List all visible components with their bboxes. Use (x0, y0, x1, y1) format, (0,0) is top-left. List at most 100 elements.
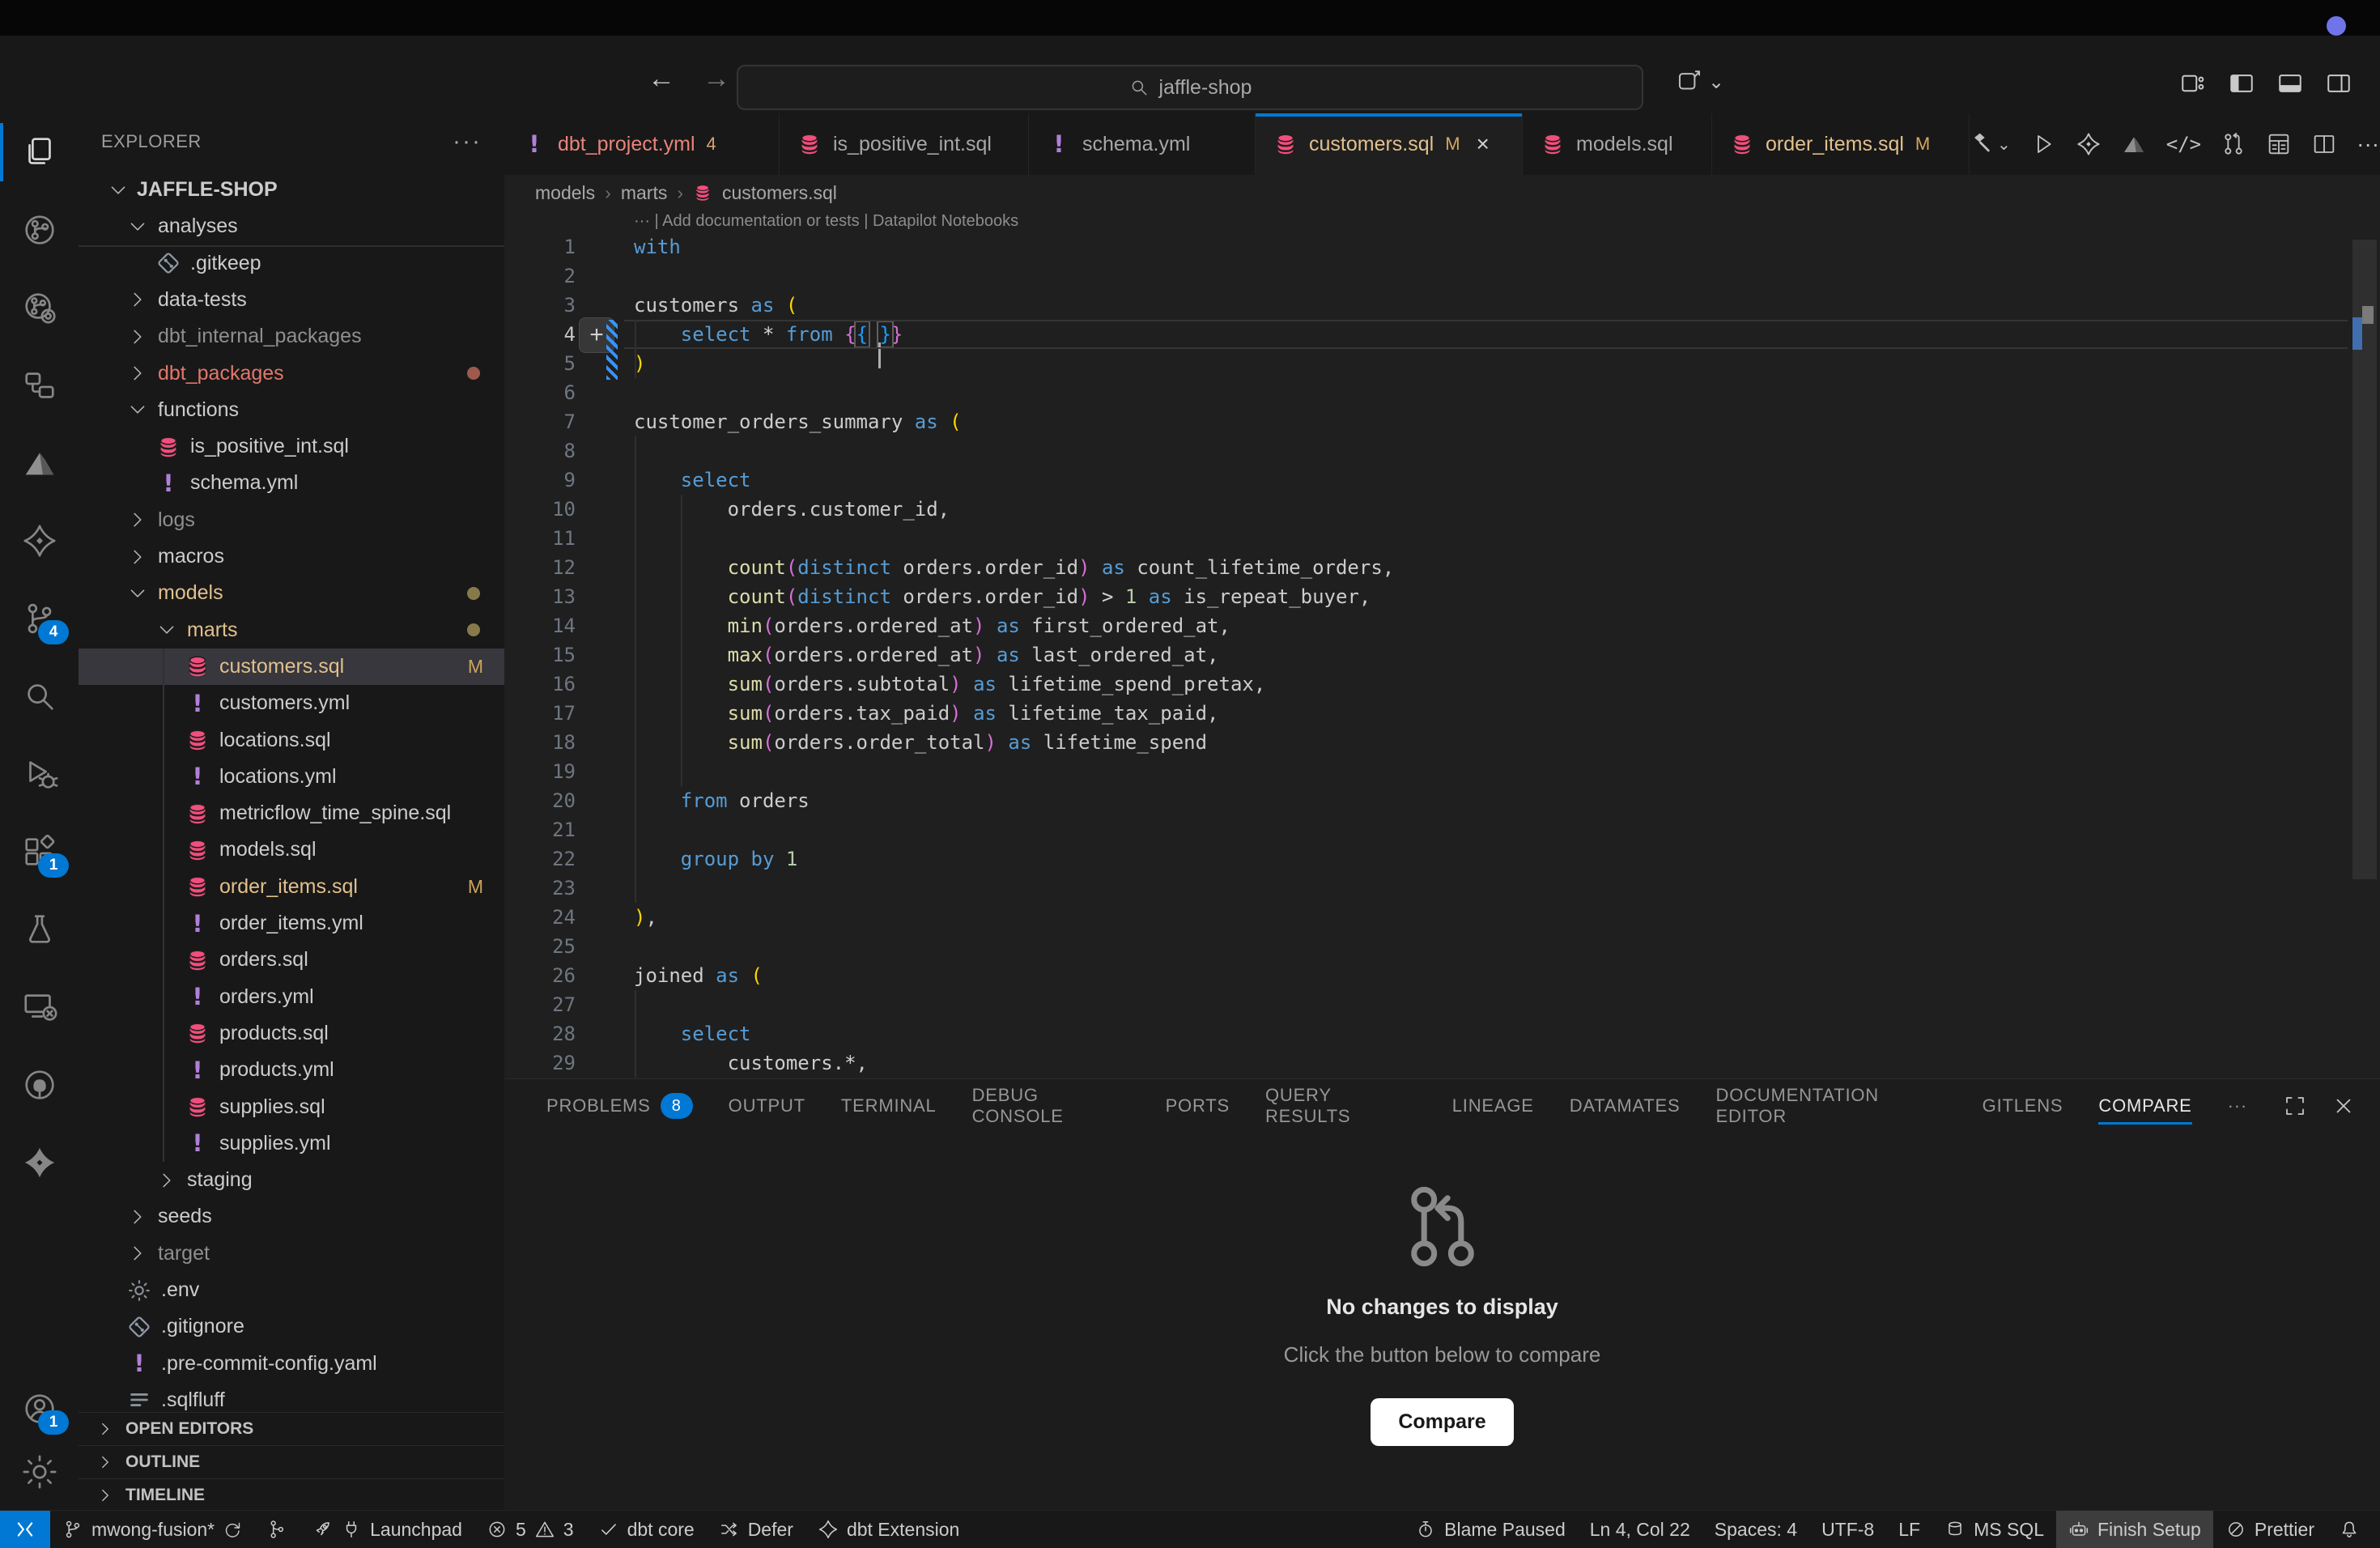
tab-is_positive_int.sql[interactable]: is_positive_int.sql (780, 113, 1029, 175)
back-arrow-icon[interactable]: ← (648, 63, 675, 95)
status-dbt-core[interactable]: dbt core (586, 1511, 707, 1548)
tree-item-.gitkeep[interactable]: .gitkeep (79, 245, 504, 282)
panel-tab-gitlens[interactable]: GITLENS (1983, 1079, 2063, 1133)
panel-tab-documentation-editor[interactable]: DOCUMENTATION EDITOR (1716, 1079, 1947, 1133)
activity-github[interactable] (0, 1049, 79, 1121)
activity-gitlens[interactable] (0, 272, 79, 343)
tree-item-products.sql[interactable]: products.sql (79, 1015, 504, 1052)
scrollbar[interactable] (2348, 211, 2380, 1078)
status-defer[interactable]: Defer (707, 1511, 805, 1548)
explorer-more-icon[interactable]: ··· (453, 128, 482, 155)
tree-item-order-items.yml[interactable]: !order_items.yml (79, 905, 504, 942)
tree-item-orders.yml[interactable]: !orders.yml (79, 979, 504, 1015)
activity-settings[interactable] (0, 1436, 79, 1508)
activity-datapilot[interactable] (0, 427, 79, 499)
status-finish-setup[interactable]: Finish Setup (2056, 1511, 2213, 1548)
status-git-branch[interactable]: mwong-fusion* (50, 1511, 254, 1548)
tree-item-metricflow-time-spine.sql[interactable]: metricflow_time_spine.sql (79, 795, 504, 831)
status-remote-indicator[interactable] (0, 1511, 50, 1548)
tree-item-locations.yml[interactable]: !locations.yml (79, 759, 504, 795)
action-compiled-code[interactable]: </> (2166, 133, 2201, 155)
panel-tab-debug-console[interactable]: DEBUG CONSOLE (972, 1079, 1130, 1133)
panel-tab-compare[interactable]: COMPARE (2098, 1079, 2191, 1133)
panel-tab-lineage[interactable]: LINEAGE (1452, 1079, 1534, 1133)
breadcrumb[interactable]: models›marts›customers.sql (504, 175, 2380, 211)
activity-explorer[interactable] (0, 117, 79, 188)
status-notifications[interactable] (2327, 1511, 2372, 1548)
copilot-menu-button[interactable]: ⌄ (1676, 68, 1724, 96)
tree-item-staging[interactable]: staging (79, 1162, 504, 1198)
close-panel[interactable] (2331, 1094, 2356, 1118)
panel-tab-datamates[interactable]: DATAMATES (1570, 1079, 1681, 1133)
tree-item-order-items.sql[interactable]: order_items.sqlM (79, 869, 504, 905)
maximize-panel[interactable] (2283, 1094, 2307, 1118)
toggle-panel[interactable] (2276, 70, 2304, 97)
tree-item-supplies.yml[interactable]: !supplies.yml (79, 1125, 504, 1162)
toggle-secondary-sidebar[interactable] (2325, 70, 2352, 97)
tree-item-dbt-internal-packages[interactable]: dbt_internal_packages (79, 318, 504, 355)
tree-item-supplies.sql[interactable]: supplies.sql (79, 1089, 504, 1125)
action-build-tasks[interactable]: ⌄ (1970, 131, 2011, 157)
activity-search[interactable] (0, 661, 79, 732)
close-tab-icon[interactable]: × (1477, 131, 1490, 157)
status-indentation[interactable]: Spaces: 4 (1702, 1511, 1809, 1548)
status-launchpad[interactable]: Launchpad (300, 1511, 474, 1548)
tree-item-.gitignore[interactable]: .gitignore (79, 1308, 504, 1345)
tree-item-products.yml[interactable]: !products.yml (79, 1052, 504, 1088)
status-eol[interactable]: LF (1886, 1511, 1932, 1548)
status-prettier[interactable]: Prettier (2213, 1511, 2327, 1548)
activity-remote-explorer[interactable] (0, 972, 79, 1043)
tree-item-logs[interactable]: logs (79, 502, 504, 538)
status-problems-summary[interactable]: 53 (474, 1511, 586, 1548)
tree-item-analyses[interactable]: analyses (79, 208, 504, 245)
action-pull-request[interactable] (2221, 131, 2246, 157)
status-encoding[interactable]: UTF-8 (1809, 1511, 1886, 1548)
activity-lineage[interactable] (0, 350, 79, 421)
panel-tab-output[interactable]: OUTPUT (729, 1079, 805, 1133)
tree-item-models.sql[interactable]: models.sql (79, 831, 504, 868)
tree-item-models[interactable]: models (79, 575, 504, 611)
tab-dbt_project.yml[interactable]: !dbt_project.yml4 (504, 113, 780, 175)
tree-item-is-positive-int.sql[interactable]: is_positive_int.sql (79, 428, 504, 465)
status-source-control-graph[interactable] (254, 1511, 300, 1548)
status-cursor-position[interactable]: Ln 4, Col 22 (1578, 1511, 1702, 1548)
tree-root-jaffle-shop[interactable]: JAFFLE-SHOP (79, 172, 504, 208)
tree-item-.env[interactable]: .env (79, 1272, 504, 1308)
action-dbt-action[interactable] (2076, 131, 2102, 157)
panel-tab-query-results[interactable]: QUERY RESULTS (1265, 1079, 1417, 1133)
status-dbt-extension[interactable]: dbt Extension (805, 1511, 971, 1548)
tab-customers.sql[interactable]: customers.sqlM× (1256, 113, 1523, 175)
panel-tab-···[interactable]: ··· (2228, 1079, 2247, 1133)
action-query-results[interactable] (2266, 131, 2292, 157)
status-language-mode[interactable]: MS SQL (1932, 1511, 2056, 1548)
tree-item-data-tests[interactable]: data-tests (79, 282, 504, 318)
command-center-search[interactable]: jaffle-shop (737, 65, 1643, 110)
activity-accounts[interactable]: 1 (0, 1373, 79, 1444)
codelens-bar[interactable]: ··· | Add documentation or tests | Datap… (634, 212, 1018, 231)
tree-item-.pre-commit-config.yaml[interactable]: !.pre-commit-config.yaml (79, 1346, 504, 1382)
forward-arrow-icon[interactable]: → (703, 63, 730, 95)
tree-item-customers.sql[interactable]: customers.sqlM (79, 649, 504, 685)
tree-item-customers.yml[interactable]: !customers.yml (79, 685, 504, 721)
panel-tab-ports[interactable]: PORTS (1166, 1079, 1230, 1133)
activity-source-control[interactable]: 4 (0, 583, 79, 654)
action-run-query[interactable] (2030, 131, 2056, 157)
tree-item-dbt-packages[interactable]: dbt_packages (79, 355, 504, 392)
customize-layout[interactable] (2179, 70, 2207, 97)
section-timeline[interactable]: TIMELINE (79, 1478, 504, 1511)
tree-item-macros[interactable]: macros (79, 538, 504, 575)
activity-run-debug[interactable] (0, 738, 79, 810)
tab-order_items.sql[interactable]: order_items.sqlM (1712, 113, 1970, 175)
tree-item-seeds[interactable]: seeds (79, 1198, 504, 1235)
tree-item-schema.yml[interactable]: !schema.yml (79, 465, 504, 501)
tab-schema.yml[interactable]: !schema.yml (1029, 113, 1256, 175)
tree-item-marts[interactable]: marts (79, 612, 504, 649)
tree-item-orders.sql[interactable]: orders.sql (79, 942, 504, 978)
activity-git-project[interactable] (0, 194, 79, 266)
tree-item-.sqlfluff[interactable]: .sqlfluff (79, 1382, 504, 1412)
activity-extensions[interactable]: 1 (0, 816, 79, 887)
action-datapilot-action[interactable] (2121, 131, 2147, 157)
tree-item-locations.sql[interactable]: locations.sql (79, 722, 504, 759)
code-editor[interactable]: ··· | Add documentation or tests | Datap… (504, 211, 2380, 1078)
activity-dbt-power-user[interactable] (0, 1127, 79, 1198)
